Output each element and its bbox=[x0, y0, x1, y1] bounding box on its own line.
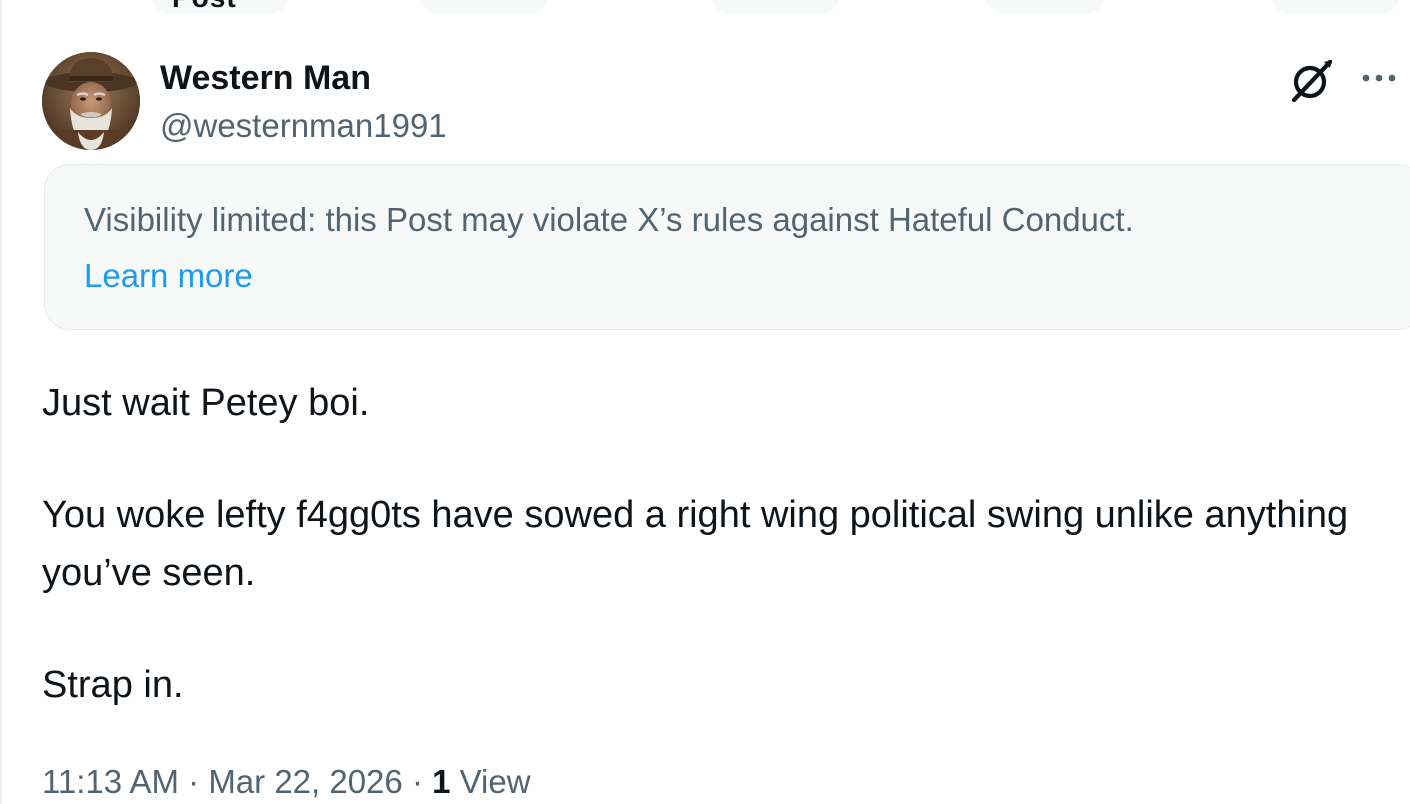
author-display-name[interactable]: Western Man bbox=[160, 58, 371, 98]
header-tab-remnant[interactable] bbox=[985, 0, 1105, 14]
page-title: Post bbox=[172, 0, 237, 14]
author-handle[interactable]: @westernman1991 bbox=[160, 106, 447, 146]
learn-more-link[interactable]: Learn more bbox=[84, 256, 253, 296]
post-detail-page: Post bbox=[0, 0, 1410, 804]
header-tab-remnant[interactable] bbox=[710, 0, 840, 14]
avatar[interactable] bbox=[42, 52, 140, 150]
header-tab-remnant[interactable] bbox=[420, 0, 550, 14]
post-paragraph: You woke lefty f4gg0ts have sowed a righ… bbox=[42, 494, 1349, 594]
column-divider bbox=[0, 0, 2, 804]
views-count: 1 bbox=[432, 763, 451, 800]
visibility-notice-text: Visibility limited: this Post may violat… bbox=[84, 201, 1134, 238]
more-icon[interactable] bbox=[1360, 66, 1400, 90]
post-text: Just wait Petey boi. You woke lefty f4gg… bbox=[42, 374, 1372, 714]
meta-separator: · bbox=[178, 763, 209, 800]
meta-separator: · bbox=[402, 763, 433, 800]
grok-icon[interactable] bbox=[1288, 56, 1336, 104]
views-label: View bbox=[450, 763, 531, 800]
avatar-image bbox=[42, 52, 140, 150]
post-meta: 11:13 AM · Mar 22, 2026 · 1 View bbox=[42, 760, 531, 804]
header-tab-remnant[interactable] bbox=[1270, 0, 1400, 14]
visibility-notice bbox=[44, 164, 1410, 330]
post-time[interactable]: 11:13 AM bbox=[42, 763, 179, 800]
post-date[interactable]: Mar 22, 2026 bbox=[208, 763, 402, 800]
post-paragraph: Strap in. bbox=[42, 664, 184, 706]
post-paragraph: Just wait Petey boi. bbox=[42, 382, 370, 424]
